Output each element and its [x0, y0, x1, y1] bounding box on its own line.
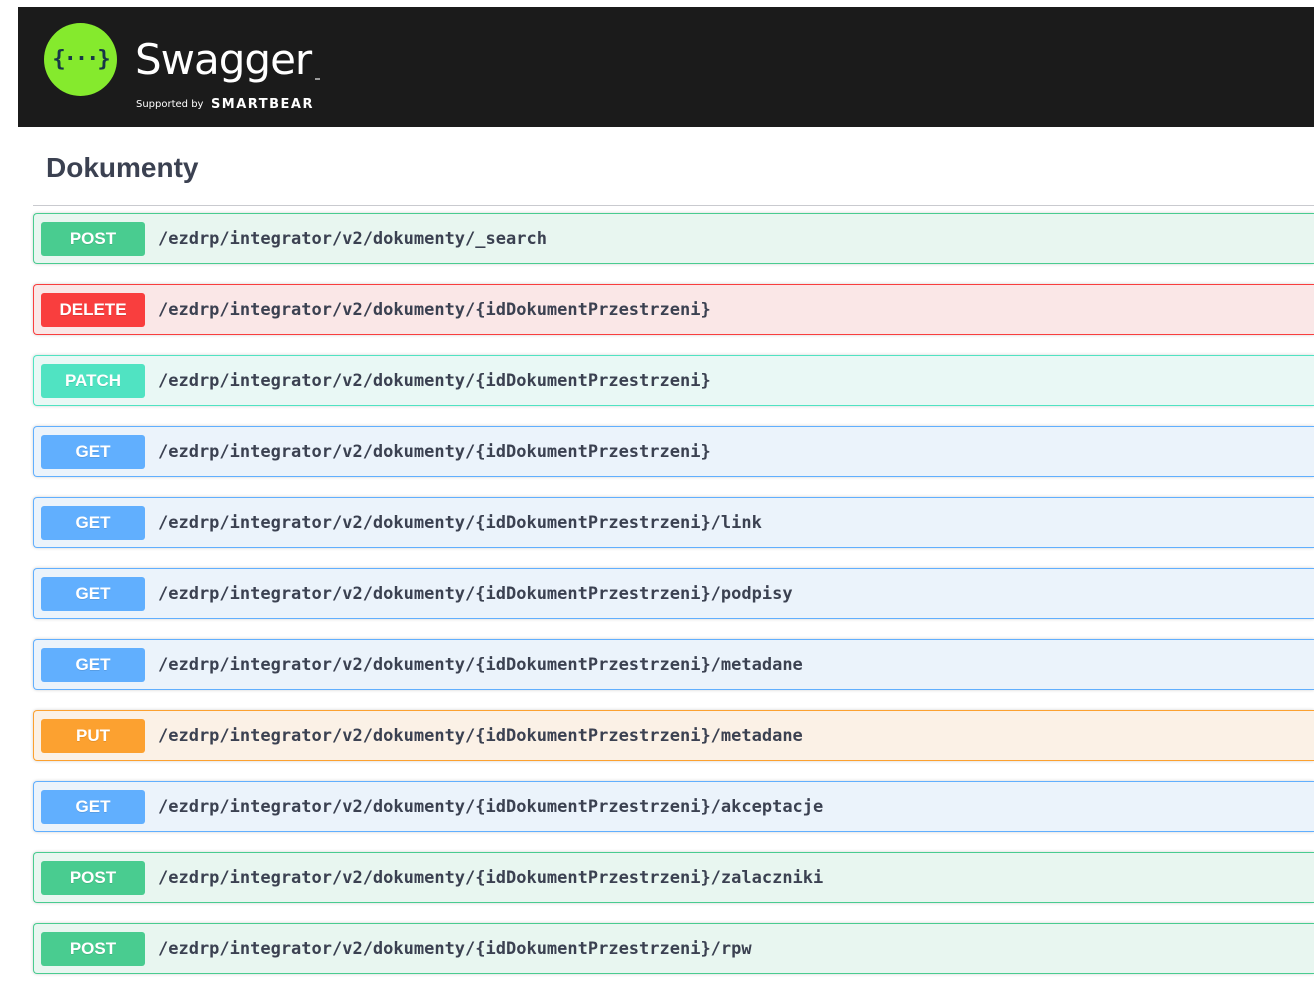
method-badge: PATCH [41, 363, 145, 398]
logo-glyph: {···} [52, 47, 110, 72]
method-badge: GET [41, 576, 145, 611]
operation-path: /ezdrp/integrator/v2/dokumenty/{idDokume… [158, 938, 752, 959]
operation-row[interactable]: POST /ezdrp/integrator/v2/dokumenty/_sea… [33, 213, 1314, 264]
method-badge: GET [41, 647, 145, 682]
operation-path: /ezdrp/integrator/v2/dokumenty/_search [158, 228, 547, 249]
top-bar: {···} Swagger Supported by SMARTBEAR [18, 7, 1314, 127]
method-badge: DELETE [41, 292, 145, 327]
operation-row[interactable]: GET /ezdrp/integrator/v2/dokumenty/{idDo… [33, 781, 1314, 832]
method-badge: POST [41, 860, 145, 895]
method-badge: POST [41, 221, 145, 256]
method-badge: GET [41, 505, 145, 540]
operation-row[interactable]: PATCH /ezdrp/integrator/v2/dokumenty/{id… [33, 355, 1314, 406]
operation-path: /ezdrp/integrator/v2/dokumenty/{idDokume… [158, 583, 793, 604]
method-badge: POST [41, 931, 145, 966]
operation-row[interactable]: GET /ezdrp/integrator/v2/dokumenty/{idDo… [33, 426, 1314, 477]
operations-list: POST /ezdrp/integrator/v2/dokumenty/_sea… [33, 213, 1314, 994]
section-title[interactable]: Dokumenty [46, 152, 198, 184]
operation-path: /ezdrp/integrator/v2/dokumenty/{idDokume… [158, 512, 762, 533]
brand-name: Swagger [135, 35, 312, 84]
section-divider [33, 205, 1314, 206]
method-badge: PUT [41, 718, 145, 753]
operation-path: /ezdrp/integrator/v2/dokumenty/{idDokume… [158, 370, 711, 391]
supported-by-text: Supported by [136, 99, 204, 110]
operation-row[interactable]: POST /ezdrp/integrator/v2/dokumenty/{idD… [33, 923, 1314, 974]
operation-row[interactable]: DELETE /ezdrp/integrator/v2/dokumenty/{i… [33, 284, 1314, 335]
operation-row[interactable]: GET /ezdrp/integrator/v2/dokumenty/{idDo… [33, 568, 1314, 619]
method-badge: GET [41, 434, 145, 469]
trademark-mark [315, 78, 320, 80]
swagger-logo-icon[interactable]: {···} [44, 23, 117, 96]
method-badge: GET [41, 789, 145, 824]
operation-path: /ezdrp/integrator/v2/dokumenty/{idDokume… [158, 796, 824, 817]
operation-path: /ezdrp/integrator/v2/dokumenty/{idDokume… [158, 867, 824, 888]
supported-by-line: Supported by SMARTBEAR [136, 95, 314, 113]
operation-path: /ezdrp/integrator/v2/dokumenty/{idDokume… [158, 299, 711, 320]
operation-row[interactable]: PUT /ezdrp/integrator/v2/dokumenty/{idDo… [33, 710, 1314, 761]
operation-row[interactable]: GET /ezdrp/integrator/v2/dokumenty/{idDo… [33, 497, 1314, 548]
smartbear-logo-text: SMARTBEAR [210, 97, 314, 112]
operation-path: /ezdrp/integrator/v2/dokumenty/{idDokume… [158, 725, 803, 746]
operation-path: /ezdrp/integrator/v2/dokumenty/{idDokume… [158, 654, 803, 675]
operation-row[interactable]: GET /ezdrp/integrator/v2/dokumenty/{idDo… [33, 639, 1314, 690]
operation-path: /ezdrp/integrator/v2/dokumenty/{idDokume… [158, 441, 711, 462]
operation-row[interactable]: POST /ezdrp/integrator/v2/dokumenty/{idD… [33, 852, 1314, 903]
